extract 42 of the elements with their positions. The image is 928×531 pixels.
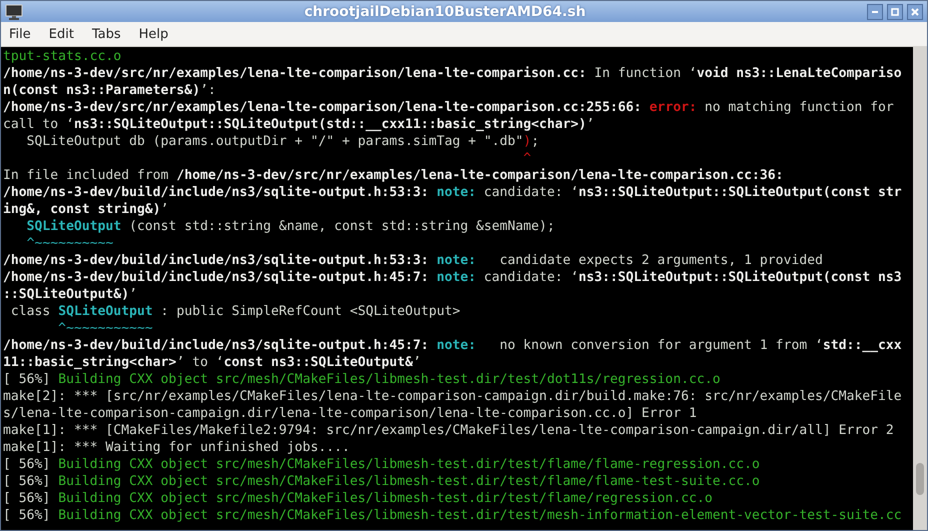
menu-item[interactable]: Tabs [88,24,129,44]
terminal-line: SQLiteOutput (const std::string &name, const std::string &semName); [26,218,556,235]
terminal-line: make[2]: *** [src/nr/examples/CMakeFiles/lena-lte-comparison-campaign.dir/build.make:76: src/nr/examples/CMakeFile [3,388,903,405]
terminal-line: [ 56%] Building CXX object src/mesh/CMakeFiles/libmesh-test.dir/test/mesh-information-element-vector-test-suite.cc [3,507,903,524]
terminal-line: make[1]: *** [CMakeFiles/Makefile2:9794: src/nr/examples/CMakeFiles/lena-lte-comparison-campaign.dir/all] Error 2 [3,422,895,439]
terminal-line: class SQLiteOutput : public SimpleRefCount <SQLiteOutput> [10,303,462,320]
terminal-line: ^ [522,150,532,167]
terminal-line: [ 56%] Building CXX object src/mesh/CMakeFiles/libmesh-test.dir/test/dot11s/regression.cc.o [3,371,722,388]
terminal-line: [ 56%] Building CXX object src/mesh/CMakeFiles/libmesh-test.dir/test/flame/regression.cc.o [3,490,714,507]
terminal-line: make[1]: *** Waiting for unfinished jobs.... [3,439,351,456]
close-button[interactable] [907,4,923,20]
maximize-button[interactable] [887,4,903,20]
window-title: chrootjailDebian10BusterAMD64.sh [303,4,587,20]
scrollbar-thumb[interactable] [916,463,924,495]
terminal-line: 11::basic_string<char>’ to ‘const ns3::SQLiteOutput&’ [3,354,422,371]
terminal-line: ing&, const string&)’ [3,201,170,218]
terminal-line: tput-stats.cc.o [3,48,122,65]
maximize-icon [891,8,899,16]
terminal-line: /home/ns-3-dev/src/nr/examples/lena-lte-comparison/lena-lte-comparison.cc: In function ‘void ns3::LenaLteCompariso [3,65,903,82]
close-icon [911,8,919,16]
terminal-line: /home/ns-3-dev/build/include/ns3/sqlite-output.h:53:3: note: candidate: ‘ns3::SQLiteOutput::SQLiteOutput(const str [3,184,903,201]
minimize-icon [872,10,878,12]
menu-item[interactable]: File [5,24,39,44]
terminal-line: [ 56%] Building CXX object src/mesh/CMakeFiles/libmesh-test.dir/test/flame/flame-regression.cc.o [3,456,761,473]
terminal-line: [ 56%] Building CXX object src/mesh/CMakeFiles/libmesh-test.dir/test/flame/flame-test-suite.cc.o [3,473,761,490]
terminal-line: /home/ns-3-dev/build/include/ns3/sqlite-output.h:45:7: note: no known conversion for argument 1 from ‘std::__cxx [3,337,903,354]
terminal-line: /home/ns-3-dev/src/nr/examples/lena-lte-comparison/lena-lte-comparison.cc:255:66: error: no matching function for [3,99,895,116]
menu-item[interactable]: Edit [44,24,82,44]
scrollbar[interactable] [913,47,927,530]
terminal-line: call to ‘ns3::SQLiteOutput::SQLiteOutput(std::__cxx11::basic_string<char>)’ [3,116,596,133]
terminal-line: ::SQLiteOutput&)’ [3,286,138,303]
terminal-line: ^~~~~~~~~~~~ [57,320,154,337]
terminal-line: SQLiteOutput db (params.outputDir + "/" + params.simTag + ".db"); [26,133,540,150]
terminal-line: /home/ns-3-dev/build/include/ns3/sqlite-output.h:45:7: note: candidate: ‘ns3::SQLiteOutput::SQLiteOutput(const ns3 [3,269,903,286]
terminal-line: /home/ns-3-dev/build/include/ns3/sqlite-output.h:53:3: note: candidate expects 2 arguments, 1 provided [3,252,824,269]
terminal-line: In file included from /home/ns-3-dev/src/nr/examples/lena-lte-comparison/lena-lte-comparison.cc:36: [3,167,784,184]
terminal-line: n(const ns3::Parameters&)’: [3,82,217,99]
minimize-button[interactable] [867,4,883,20]
terminal-line: s/lena-lte-comparison-campaign.dir/lena-lte-comparison/lena-lte-comparison.cc.o] Error 1 [3,405,698,422]
monitor-icon[interactable] [5,4,23,20]
menu-item[interactable]: Help [134,24,176,44]
terminal-line: ^~~~~~~~~~~ [26,235,114,252]
